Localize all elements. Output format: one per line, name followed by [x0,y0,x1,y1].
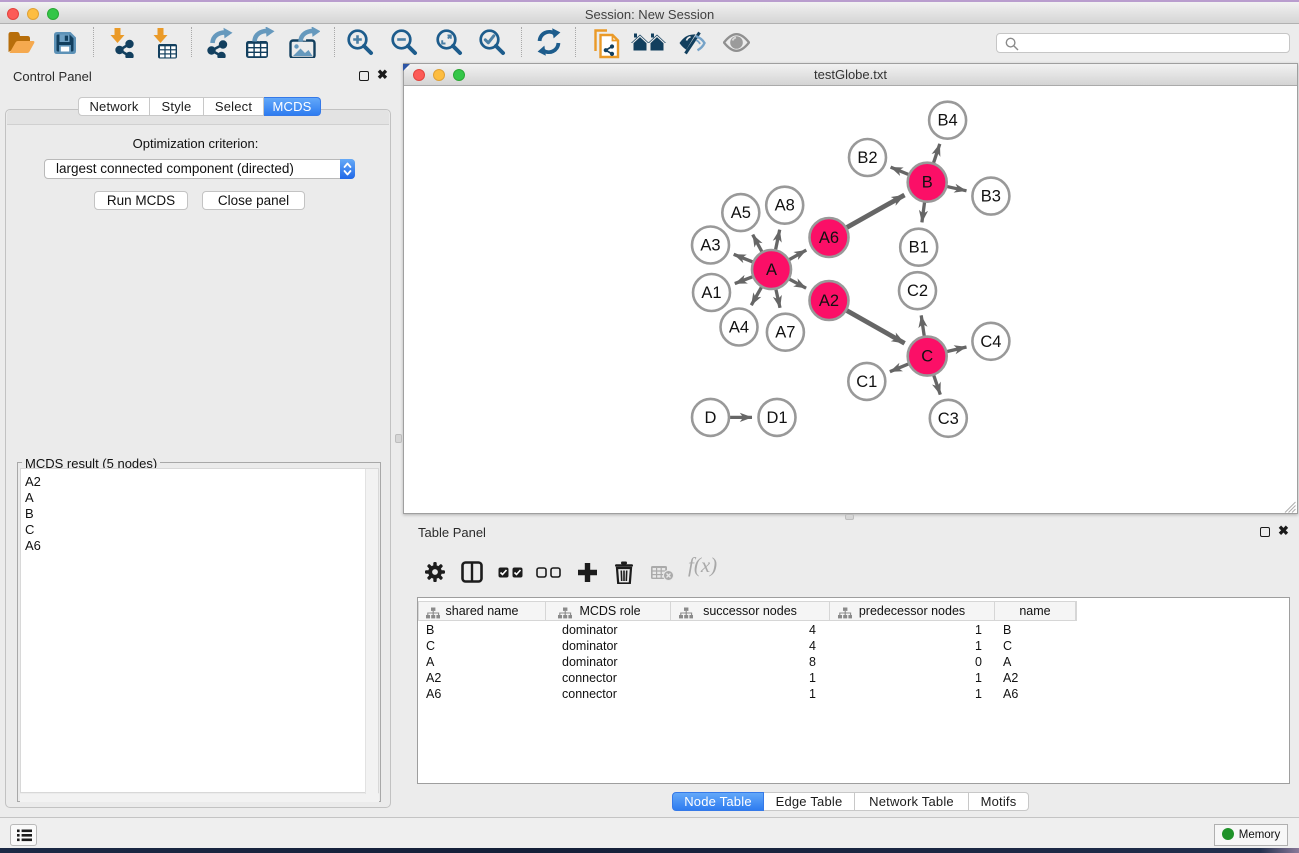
svg-text:A6: A6 [819,229,839,247]
svg-text:B: B [922,174,933,192]
svg-text:A7: A7 [775,324,795,342]
svg-text:A5: A5 [731,204,751,222]
svg-text:C4: C4 [980,333,1001,351]
svg-text:B1: B1 [909,239,929,257]
svg-text:A8: A8 [775,197,795,215]
svg-text:B2: B2 [857,149,877,167]
svg-text:A2: A2 [819,292,839,310]
svg-text:A: A [766,261,777,279]
svg-text:C1: C1 [856,373,877,391]
svg-text:B4: B4 [938,112,958,130]
svg-text:B3: B3 [981,188,1001,206]
svg-text:D1: D1 [766,409,787,427]
svg-text:C: C [921,348,933,366]
svg-text:D: D [705,409,717,427]
svg-text:A3: A3 [700,237,720,255]
svg-text:C3: C3 [938,410,959,428]
svg-text:A4: A4 [729,319,749,337]
svg-text:C2: C2 [907,282,928,300]
svg-text:A1: A1 [701,284,721,302]
